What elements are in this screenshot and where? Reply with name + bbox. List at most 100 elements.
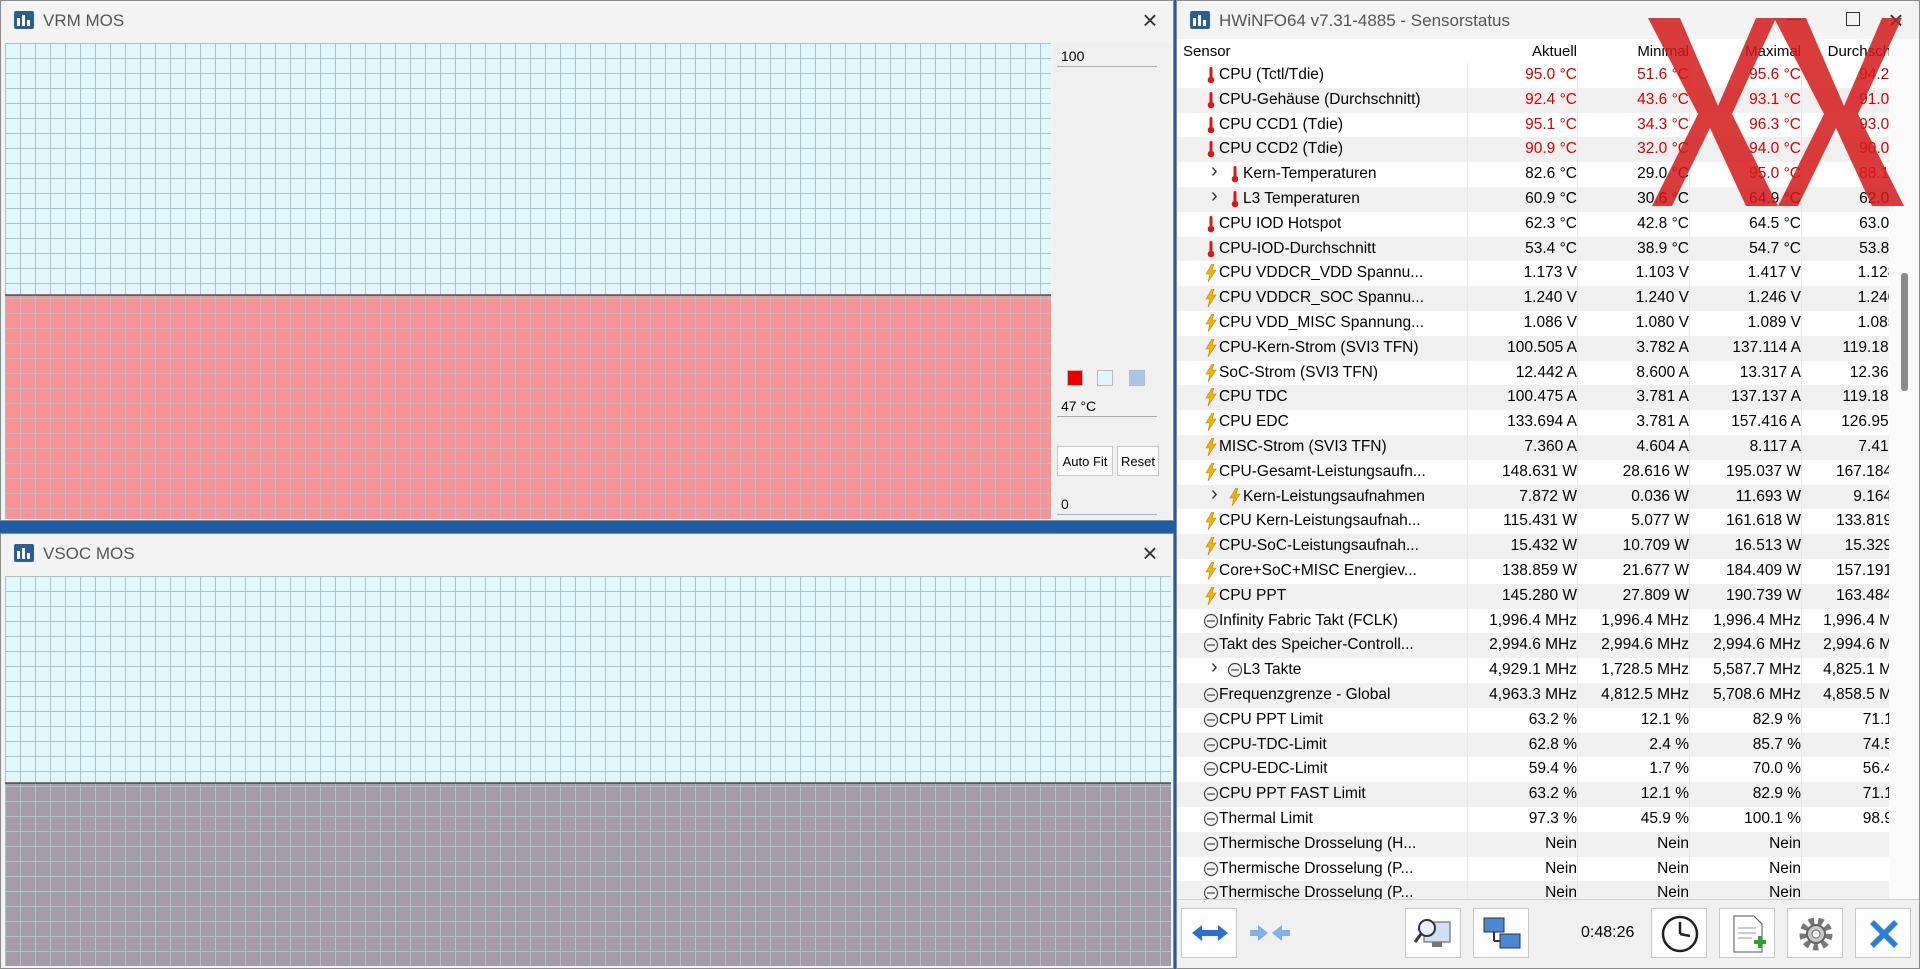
settings-button[interactable] <box>1787 908 1843 958</box>
current-value-display: 47 °C <box>1057 395 1157 417</box>
column-separator <box>1467 63 1468 901</box>
sensor-label: CPU PPT Limit <box>1219 710 1323 728</box>
sensor-value-min: 2,994.6 MHz <box>1601 636 1689 654</box>
sensor-value-min: 3.781 A <box>1636 413 1689 431</box>
sensor-row[interactable]: › L3 Temperaturen 60.9 °C 30.6 °C 64.9 °C 62.… <box>1177 185 1889 212</box>
sensor-row[interactable]: CPU PPT FAST Limit 63.2 % 12.1 % 82.9 % 71.1… <box>1177 782 1889 807</box>
sensor-row[interactable]: CPU-Gesamt-Leistungsaufn... 148.631 W 28.6… <box>1177 460 1889 485</box>
header-sensor[interactable]: Sensor <box>1183 43 1231 60</box>
vsoc-titlebar[interactable]: VSOC MOS × <box>1 534 1173 572</box>
sensor-value-min: 34.3 °C <box>1637 115 1689 133</box>
sensor-row[interactable]: CPU-TDC-Limit 62.8 % 2.4 % 85.7 % 74.5 % <box>1177 732 1889 758</box>
sensor-row[interactable]: CPU IOD Hotspot 62.3 °C 42.8 °C 64.5 °C 63.0… <box>1177 212 1889 237</box>
reset-timer-button[interactable] <box>1651 908 1707 958</box>
expand-chevron-icon[interactable]: › <box>1211 656 1227 679</box>
scale-max-field[interactable]: 100 <box>1057 45 1157 67</box>
sensor-row[interactable]: CPU TDC 100.475 A 3.781 A 137.137 A 119.187 … <box>1177 385 1889 411</box>
sensor-value-min: 30.6 °C <box>1637 190 1689 207</box>
sensor-row[interactable]: CPU-SoC-Leistungsaufnah... 15.432 W 10.709… <box>1177 534 1889 559</box>
sensor-row[interactable]: › L3 Takte 4,929.1 MHz 1,728.5 MHz 5,587.7 M… <box>1177 656 1889 683</box>
sensor-value-cur: 100.505 A <box>1507 338 1577 356</box>
sensor-row[interactable]: CPU CCD2 (Tdie) 90.9 °C 32.0 °C 94.0 °C 90.0… <box>1177 137 1889 163</box>
sensor-label: L3 Takte <box>1243 661 1302 679</box>
lightning-bolt-icon <box>1203 264 1219 283</box>
grid-color-swatch[interactable] <box>1129 370 1145 386</box>
close-icon[interactable]: × <box>1137 540 1163 566</box>
vertical-scrollbar[interactable] <box>1889 39 1919 901</box>
vsoc-mos-window: VSOC MOS × <box>0 533 1174 969</box>
sensor-row[interactable]: Thermal Limit 97.3 % 45.9 % 100.1 % 98.9 % <box>1177 807 1889 832</box>
collapse-columns-button[interactable] <box>1241 908 1297 958</box>
sensor-row[interactable]: CPU-EDC-Limit 59.4 % 1.7 % 70.0 % 56.4 % <box>1177 757 1889 782</box>
sensor-label: CPU (Tctl/Tdie) <box>1219 66 1325 83</box>
expand-chevron-icon[interactable]: › <box>1211 160 1227 183</box>
sensor-row[interactable]: CPU VDDCR_VDD Spannu... 1.173 V 1.103 V 1.4… <box>1177 261 1889 286</box>
auto-fit-button[interactable]: Auto Fit <box>1057 446 1113 476</box>
sensor-value-avg: 2,994.6 MHz <box>1823 636 1889 654</box>
sensor-label: CPU-SoC-Leistungsaufnah... <box>1219 537 1419 555</box>
sensor-value-min: 10.709 W <box>1622 537 1689 555</box>
vrm-titlebar[interactable]: VRM MOS × <box>1 1 1173 39</box>
sensor-row[interactable]: CPU Kern-Leistungsaufnah... 115.431 W 5.07… <box>1177 509 1889 534</box>
scale-min-field[interactable]: 0 <box>1057 493 1157 515</box>
sensor-row[interactable]: CPU-Gehäuse (Durchschnitt) 92.4 °C 43.6 °C… <box>1177 87 1889 113</box>
sensor-value-min: 21.677 W <box>1622 562 1689 579</box>
sensor-value-min: 1,996.4 MHz <box>1601 611 1689 629</box>
sensor-row[interactable]: Thermische Drosselung (H... Nein Nein Nein <box>1177 831 1889 857</box>
expand-chevron-icon[interactable]: › <box>1211 185 1227 208</box>
sensor-row[interactable]: › Kern-Temperaturen 82.6 °C 29.0 °C 95.0 °C 8… <box>1177 160 1889 187</box>
sensor-value-max: 64.5 °C <box>1749 214 1801 232</box>
report-button[interactable] <box>1405 908 1461 958</box>
sensor-value-cur: 1,996.4 MHz <box>1489 611 1577 629</box>
sensor-row[interactable]: CPU VDD_MISC Spannung... 1.086 V 1.080 V 1.… <box>1177 311 1889 336</box>
close-icon[interactable]: × <box>1883 7 1909 33</box>
header-current[interactable]: Aktuell <box>1467 43 1577 60</box>
sensor-value-min: 51.6 °C <box>1637 66 1689 83</box>
sensor-label: Infinity Fabric Takt (FCLK) <box>1219 611 1398 629</box>
maximize-icon[interactable] <box>1843 9 1863 29</box>
minimize-icon[interactable] <box>1785 9 1805 29</box>
vrm-mos-window: VRM MOS × 100 47 °C Auto Fit Reset 0 <box>0 0 1174 521</box>
sensor-value-max: 64.9 °C <box>1749 190 1801 207</box>
sensor-value-max: 96.3 °C <box>1749 115 1801 133</box>
header-min[interactable]: Minimal <box>1577 43 1689 60</box>
sensor-value-avg: 7.415 A <box>1858 438 1889 455</box>
sensor-row[interactable]: CPU PPT 145.280 W 27.809 W 190.739 W 163.484… <box>1177 583 1889 609</box>
reset-button[interactable]: Reset <box>1117 446 1159 476</box>
exit-button[interactable] <box>1855 908 1911 958</box>
header-max[interactable]: Maximal <box>1689 43 1801 60</box>
sensor-row[interactable]: CPU CCD1 (Tdie) 95.1 °C 34.3 °C 96.3 °C 93.0… <box>1177 113 1889 138</box>
logging-button[interactable] <box>1719 908 1775 958</box>
sensor-row[interactable]: SoC-Strom (SVI3 TFN) 12.442 A 8.600 A 13.31… <box>1177 361 1889 386</box>
sensor-row[interactable]: Frequenzgrenze - Global 4,963.3 MHz 4,812.… <box>1177 683 1889 708</box>
sensor-row[interactable]: Infinity Fabric Takt (FCLK) 1,996.4 MHz 1,… <box>1177 609 1889 634</box>
network-button[interactable] <box>1473 908 1529 958</box>
close-icon[interactable]: × <box>1137 7 1163 33</box>
lightning-bolt-icon <box>1203 586 1219 605</box>
hwinfo-titlebar[interactable]: HWiNFO64 v7.31-4885 - Sensorstatus × <box>1177 1 1919 39</box>
clock-icon <box>1203 785 1219 803</box>
sensor-row[interactable]: Core+SoC+MISC Energiev... 138.859 W 21.677… <box>1177 559 1889 584</box>
sensor-row[interactable]: CPU (Tctl/Tdie) 95.0 °C 51.6 °C 95.6 °C 94.2… <box>1177 63 1889 88</box>
expand-chevron-icon[interactable]: › <box>1211 483 1227 506</box>
sensor-row[interactable]: CPU-IOD-Durchschnitt 53.4 °C 38.9 °C 54.7 °… <box>1177 236 1889 262</box>
background-color-swatch[interactable] <box>1097 370 1113 386</box>
sensor-row[interactable]: Takt des Speicher-Controll... 2,994.6 MHz… <box>1177 633 1889 659</box>
thermometer-icon <box>1227 165 1243 183</box>
navigate-left-right-button[interactable] <box>1181 908 1237 958</box>
sensor-value-max: 2,994.6 MHz <box>1713 636 1801 654</box>
sensor-row[interactable]: Thermische Drosselung (P... Nein Nein Nein <box>1177 857 1889 882</box>
sensor-value-cur: 133.694 A <box>1507 413 1577 431</box>
sensor-row[interactable]: CPU VDDCR_SOC Spannu... 1.240 V 1.240 V 1.2… <box>1177 286 1889 311</box>
sensor-value-cur: 2,994.6 MHz <box>1489 636 1577 654</box>
sensor-row[interactable]: CPU PPT Limit 63.2 % 12.1 % 82.9 % 71.1 % <box>1177 708 1889 733</box>
clock-icon <box>1203 810 1219 828</box>
sensor-row[interactable]: CPU-Kern-Strom (SVI3 TFN) 100.505 A 3.782 … <box>1177 335 1889 361</box>
sensor-value-min: 32.0 °C <box>1637 140 1689 158</box>
scrollbar-thumb[interactable] <box>1901 273 1908 391</box>
sensor-row[interactable]: MISC-Strom (SVI3 TFN) 7.360 A 4.604 A 8.117… <box>1177 435 1889 460</box>
line-color-swatch[interactable] <box>1067 370 1083 386</box>
clock-icon <box>1203 686 1219 704</box>
sensor-row[interactable]: › Kern-Leistungsaufnahmen 7.872 W 0.036 W 11… <box>1177 483 1889 510</box>
sensor-row[interactable]: CPU EDC 133.694 A 3.781 A 157.416 A 126.952 … <box>1177 410 1889 435</box>
